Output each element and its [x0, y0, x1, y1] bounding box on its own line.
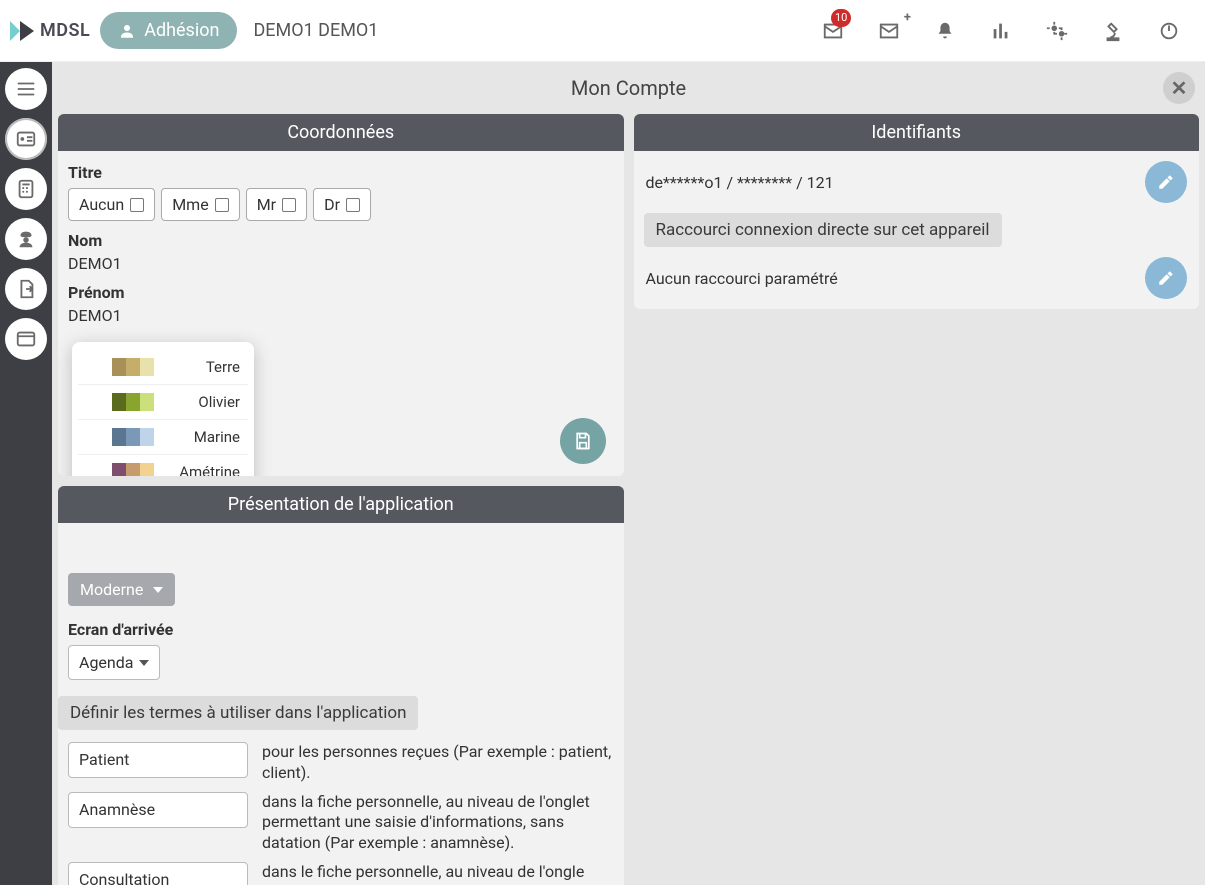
titre-option-aucun[interactable]: Aucun: [68, 188, 155, 221]
theme-option-olivier[interactable]: ✓Olivier: [78, 385, 248, 420]
prenom-value: DEMO1: [68, 306, 614, 325]
theme-option-marine[interactable]: ✓Marine: [78, 420, 248, 455]
header-icon-group: 10 +: [805, 11, 1197, 51]
theme-select[interactable]: Moderne: [68, 573, 175, 606]
checkbox-icon: [130, 198, 144, 212]
titre-option-dr[interactable]: Dr: [313, 188, 371, 221]
rail-file-export-icon[interactable]: [5, 268, 47, 310]
header-username: DEMO1 DEMO1: [253, 20, 378, 41]
edit-credentials-button[interactable]: [1145, 161, 1187, 203]
credentials-text: de******o1 / ******** / 121: [646, 173, 834, 192]
panel-coordonnees: Coordonnées Titre Aucun Mme Mr Dr Nom DE…: [58, 114, 624, 476]
stats-icon[interactable]: [973, 11, 1029, 51]
checkbox-icon: [282, 198, 296, 212]
edit-shortcut-button[interactable]: [1145, 257, 1187, 299]
page-title: Mon Compte: [571, 76, 686, 100]
theme-swatch: [112, 393, 154, 411]
shortcut-subheader: Raccourci connexion directe sur cet appa…: [644, 213, 1002, 247]
rail-calculator-icon[interactable]: [5, 168, 47, 210]
notification-badge: 10: [831, 9, 851, 27]
theme-option-terre[interactable]: ✓Terre: [78, 350, 248, 385]
rail-window-icon[interactable]: [5, 318, 47, 360]
settings-icon[interactable]: [1029, 11, 1085, 51]
app-header: MDSL Adhésion DEMO1 DEMO1 10 +: [0, 0, 1205, 62]
shortcut-value: Aucun raccourci paramétré: [646, 269, 838, 288]
app-logo[interactable]: MDSL: [8, 17, 90, 45]
theme-dropdown-menu: ✓Terre✓Olivier✓Marine✓Amétrine✓Euclase✓R…: [72, 342, 254, 476]
checkbox-icon: [346, 198, 360, 212]
titre-option-mme[interactable]: Mme: [161, 188, 239, 221]
user-icon: [118, 22, 136, 40]
nom-value: DEMO1: [68, 254, 614, 273]
theme-option-label: Olivier: [164, 393, 240, 411]
theme-option-label: Marine: [164, 428, 240, 446]
logo-text: MDSL: [40, 20, 90, 41]
pencil-icon: [1157, 269, 1175, 287]
term-input-1[interactable]: Anamnèse: [68, 792, 248, 828]
adhesion-button[interactable]: Adhésion: [100, 12, 237, 49]
titre-label: Titre: [68, 163, 614, 182]
term-desc: dans la fiche personnelle, au niveau de …: [262, 792, 614, 854]
terms-container: Patient pour les personnes reçues (Par ex…: [68, 742, 614, 885]
rail-staff-icon[interactable]: [5, 218, 47, 260]
screen-select[interactable]: Agenda: [68, 645, 160, 680]
side-rail: [0, 62, 52, 885]
mail-inbox-icon[interactable]: 10: [805, 11, 861, 51]
panel-coord-header: Coordonnées: [58, 114, 624, 151]
plus-indicator: +: [904, 10, 911, 25]
titre-options: Aucun Mme Mr Dr: [68, 188, 614, 221]
mail-compose-icon[interactable]: +: [861, 11, 917, 51]
theme-swatch: [112, 358, 154, 376]
term-row: Consultation dans le fiche personnelle, a…: [68, 862, 614, 885]
panel-presentation-header: Présentation de l'application: [58, 486, 624, 523]
rail-card-icon[interactable]: [5, 118, 47, 160]
microscope-icon[interactable]: [1085, 11, 1141, 51]
nom-label: Nom: [68, 231, 614, 250]
power-icon[interactable]: [1141, 11, 1197, 51]
terms-subheader: Définir les termes à utiliser dans l'app…: [58, 696, 418, 730]
theme-option-label: Terre: [164, 358, 240, 376]
theme-option-label: Amétrine: [164, 463, 240, 476]
page-title-bar: Mon Compte ✕: [52, 62, 1205, 114]
panel-ident-header: Identifiants: [634, 114, 1200, 151]
chevron-down-icon: [139, 660, 149, 666]
term-desc: pour les personnes reçues (Par exemple :…: [262, 742, 614, 784]
screen-label: Ecran d'arrivée: [68, 620, 614, 639]
panel-presentation: Présentation de l'application Moderne Ec…: [58, 486, 624, 885]
term-desc: dans le fiche personnelle, au niveau de …: [262, 862, 614, 885]
prenom-label: Prénom: [68, 283, 614, 302]
theme-option-amétrine[interactable]: ✓Amétrine: [78, 455, 248, 476]
main-area: Mon Compte ✕ Coordonnées Titre Aucun Mme…: [52, 62, 1205, 885]
term-input-2[interactable]: Consultation: [68, 862, 248, 885]
close-icon[interactable]: ✕: [1163, 72, 1195, 104]
pencil-icon: [1157, 173, 1175, 191]
adhesion-label: Adhésion: [144, 20, 219, 41]
titre-option-mr[interactable]: Mr: [246, 188, 307, 221]
rail-menu-icon[interactable]: [5, 68, 47, 110]
term-row: Anamnèse dans la fiche personnelle, au ni…: [68, 792, 614, 854]
save-button[interactable]: [560, 418, 606, 464]
logo-icon: [8, 17, 36, 45]
save-icon: [573, 431, 593, 451]
checkbox-icon: [215, 198, 229, 212]
theme-swatch: [112, 428, 154, 446]
term-row: Patient pour les personnes reçues (Par ex…: [68, 742, 614, 784]
panel-identifiants: Identifiants de******o1 / ******** / 121…: [634, 114, 1200, 309]
term-input-0[interactable]: Patient: [68, 742, 248, 778]
theme-swatch: [112, 463, 154, 476]
bell-icon[interactable]: [917, 11, 973, 51]
